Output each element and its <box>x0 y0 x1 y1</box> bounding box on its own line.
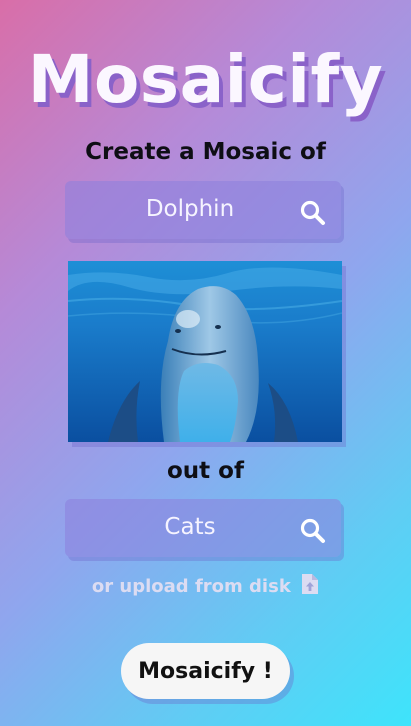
target-image-preview <box>68 261 342 442</box>
target-search-field[interactable]: Dolphin <box>65 181 341 239</box>
target-prompt: Create a Mosaic of <box>85 139 326 165</box>
upload-label: or upload from disk <box>91 576 291 597</box>
search-icon[interactable] <box>299 199 327 227</box>
mosaicify-button[interactable]: Mosaicify ! <box>121 643 290 699</box>
app-title: Mosaicify <box>27 41 384 118</box>
file-upload-icon <box>302 574 319 594</box>
search-icon[interactable] <box>299 517 327 545</box>
upload-from-disk-link[interactable]: or upload from disk <box>0 573 411 597</box>
source-search-field[interactable]: Cats <box>65 499 341 557</box>
target-search-input[interactable]: Dolphin <box>65 181 315 239</box>
source-prompt: out of <box>167 458 244 484</box>
source-search-input[interactable]: Cats <box>65 499 315 557</box>
dolphin-image <box>68 261 342 442</box>
